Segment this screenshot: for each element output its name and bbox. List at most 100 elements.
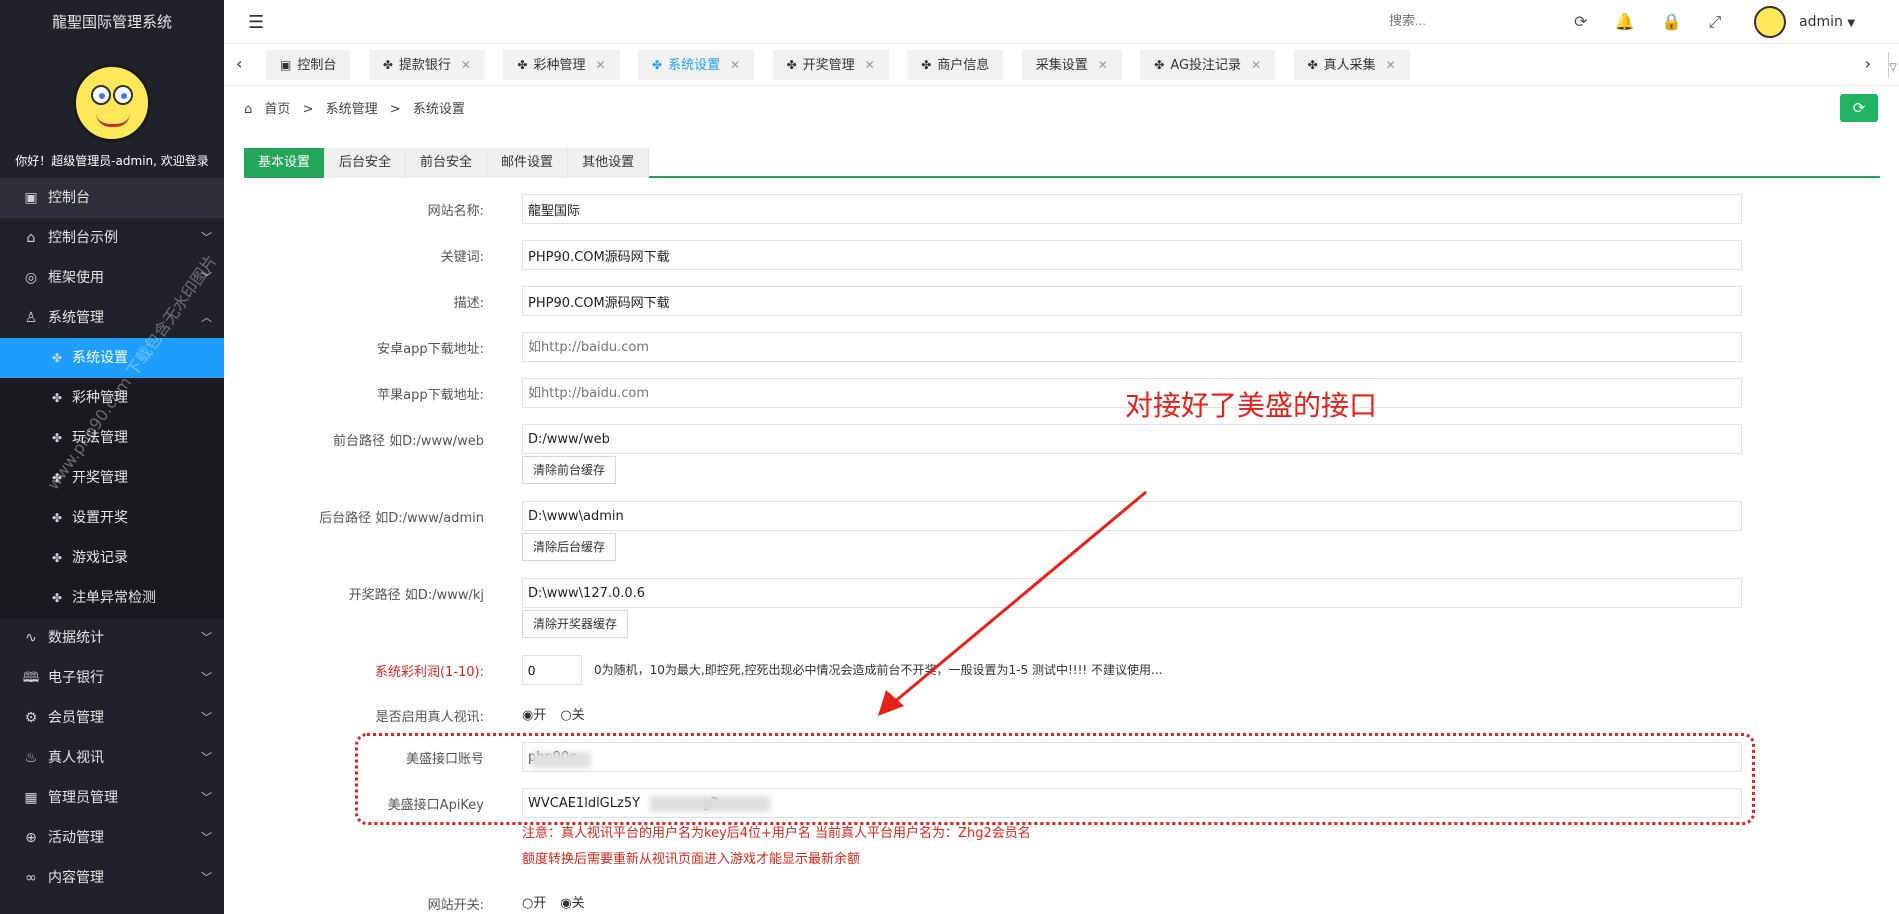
home-icon: ⌂ <box>26 230 36 246</box>
refresh-button[interactable]: ⟳ <box>1840 94 1878 122</box>
user-icon: ♙ <box>24 310 38 326</box>
monitor-icon: ▣ <box>280 58 292 72</box>
refresh-icon[interactable]: ⟳ <box>1574 12 1587 31</box>
live-radio-group: ◉开 ○关 <box>522 704 599 723</box>
fan-icon: ✤ <box>517 58 528 72</box>
close-icon[interactable]: ✕ <box>1251 58 1261 72</box>
close-icon[interactable]: ✕ <box>1386 58 1396 72</box>
sidebar-item-bet-anomaly[interactable]: ✤ 注单异常检测 <box>0 578 224 618</box>
top-header: ☰ ⟳ 🔔 🔒 ⤢ admin ▼ <box>224 0 1899 44</box>
search-input[interactable] <box>1389 13 1529 28</box>
bell-icon[interactable]: 🔔 <box>1615 12 1635 31</box>
profile: 你好！超级管理员-admin, 欢迎登录 <box>0 44 224 178</box>
tab-draw[interactable]: ✤ 开奖管理 ✕ <box>772 50 889 80</box>
breadcrumb-home[interactable]: 首页 <box>264 102 290 117</box>
close-icon[interactable]: ✕ <box>1098 58 1108 72</box>
gear-icon: ⚙ <box>24 710 38 726</box>
tab-next-icon[interactable]: › <box>1865 54 1871 73</box>
fan-icon: ✤ <box>51 511 63 525</box>
keywords-input[interactable] <box>522 240 1742 270</box>
chevron-down-icon: ﹀ <box>201 791 212 804</box>
android-url-input[interactable] <box>522 332 1742 362</box>
site-name-input[interactable] <box>522 194 1742 224</box>
clear-front-cache-button[interactable]: 清除前台缓存 <box>522 456 617 484</box>
switch-off-radio[interactable]: ◉关 <box>560 896 584 911</box>
admin-path-input[interactable] <box>522 501 1742 531</box>
live-off-radio[interactable]: ○关 <box>560 708 584 723</box>
sidebar: 龍聖国际管理系统 你好！超级管理员-admin, 欢迎登录 ▣ 控制台 ⌂ 控制台示… <box>0 0 224 914</box>
tab-system-settings[interactable]: ✤ 系统设置 ✕ <box>638 50 755 80</box>
chevron-up-icon: ︿ <box>201 311 212 324</box>
description-input[interactable] <box>522 286 1742 316</box>
tab-ag-bets[interactable]: ✤ AG投注记录 ✕ <box>1140 50 1276 80</box>
kj-path-input[interactable] <box>522 578 1742 608</box>
sidebar-item-dashboard-examples[interactable]: ⌂ 控制台示例 ﹀ <box>0 218 224 258</box>
tab-live-collect[interactable]: ✤ 真人采集 ✕ <box>1293 50 1410 80</box>
sidebar-item-set-draw[interactable]: ✤ 设置开奖 <box>0 498 224 538</box>
tab-other[interactable]: 其他设置 <box>568 148 650 178</box>
breadcrumb: ⌂ 首页 > 系统管理 > 系统设置 <box>244 102 465 117</box>
site-switch-radio-group: ○开 ◉关 <box>522 892 599 911</box>
fan-icon: ✤ <box>51 591 63 605</box>
close-icon[interactable]: ✕ <box>730 58 740 72</box>
chevron-down-icon: ﹀ <box>201 631 212 644</box>
fullscreen-icon[interactable]: ⤢ <box>1709 12 1722 32</box>
tab-frontend-security[interactable]: 前台安全 <box>406 148 488 178</box>
breadcrumb-system[interactable]: 系统管理 <box>326 102 378 117</box>
sidebar-item-dashboard[interactable]: ▣ 控制台 <box>0 178 224 218</box>
app-root: 龍聖国际管理系统 你好！超级管理员-admin, 欢迎登录 ▣ 控制台 ⌂ 控制台示… <box>0 0 1899 914</box>
front-path-input[interactable] <box>522 424 1742 454</box>
chevron-down-icon: ﹀ <box>201 671 212 684</box>
tab-backend-security[interactable]: 后台安全 <box>325 148 407 178</box>
sidebar-item-live[interactable]: ♨ 真人视讯 ﹀ <box>0 738 224 778</box>
breadcrumb-current: 系统设置 <box>412 102 465 117</box>
annotation-text: 对接好了美盛的接口 <box>1125 389 1378 422</box>
sidebar-item-game-records[interactable]: ✤ 游戏记录 <box>0 538 224 578</box>
tab-basic[interactable]: 基本设置 <box>244 148 326 178</box>
profit-note: 0为随机，10为最大,即控死,控死出现必中情况会造成前台不开奖，一般设置为1-5… <box>594 663 1163 677</box>
tab-collect[interactable]: 采集设置 ✕ <box>1021 50 1122 80</box>
close-icon[interactable]: ✕ <box>461 58 471 72</box>
fan-icon: ✤ <box>786 58 797 72</box>
scroll-down-icon[interactable]: ▽ <box>1889 62 1897 73</box>
fire-icon: ♨ <box>24 750 38 766</box>
tab-prev-icon[interactable]: ‹ <box>236 54 242 73</box>
app-title: 龍聖国际管理系统 <box>0 0 224 44</box>
sidebar-item-ebank[interactable]: 🕮 电子银行 ﹀ <box>0 658 224 698</box>
close-icon[interactable]: ✕ <box>865 58 875 72</box>
refresh-icon: ⟳ <box>1852 99 1866 117</box>
sidebar-item-content[interactable]: ∞ 内容管理 ﹀ <box>0 858 224 898</box>
fan-icon: ✤ <box>921 58 932 72</box>
fan-icon: ✤ <box>1307 58 1318 72</box>
sidebar-item-admins[interactable]: ▦ 管理员管理 ﹀ <box>0 778 224 818</box>
user-menu[interactable]: admin ▼ <box>1799 14 1855 30</box>
tab-lottery[interactable]: ✤ 彩种管理 ✕ <box>503 50 620 80</box>
highlight-box <box>355 733 1755 825</box>
clear-kj-cache-button[interactable]: 清除开奖器缓存 <box>522 610 629 638</box>
sidebar-item-draw[interactable]: ✤ 开奖管理 <box>0 458 224 498</box>
lock-icon[interactable]: 🔒 <box>1662 12 1682 31</box>
close-icon[interactable]: ✕ <box>595 58 605 72</box>
fan-icon: ✤ <box>652 58 663 72</box>
tab-mail[interactable]: 邮件设置 <box>487 148 569 178</box>
sidebar-item-members[interactable]: ⚙ 会员管理 ﹀ <box>0 698 224 738</box>
header-icons: ⟳ 🔔 🔒 ⤢ <box>1574 12 1743 32</box>
sidebar-item-stats[interactable]: ∿ 数据统计 ﹀ <box>0 618 224 658</box>
sidebar-item-play[interactable]: ✤ 玩法管理 <box>0 418 224 458</box>
caret-down-icon: ▼ <box>1847 18 1856 29</box>
tab-merchant[interactable]: ✤ 商户信息 <box>907 50 1004 80</box>
sidebar-item-system-settings[interactable]: ✤ 系统设置 <box>0 338 224 378</box>
tab-dashboard[interactable]: ▣ 控制台 <box>266 50 351 80</box>
ok-icon: ◎ <box>24 270 38 286</box>
avatar[interactable] <box>73 64 151 142</box>
clear-admin-cache-button[interactable]: 清除后台缓存 <box>522 533 617 561</box>
user-avatar[interactable] <box>1754 6 1786 38</box>
tab-withdraw-bank[interactable]: ✤ 提款银行 ✕ <box>368 50 485 80</box>
menu-fold-icon[interactable]: ☰ <box>248 12 264 33</box>
fan-icon: ✤ <box>51 551 63 565</box>
profit-input[interactable] <box>522 655 582 685</box>
live-on-radio[interactable]: ◉开 <box>522 708 546 723</box>
switch-on-radio[interactable]: ○开 <box>522 896 546 911</box>
settings-panel: 基本设置后台安全前台安全邮件设置其他设置 网站名称: 关键词: 描述: 安卓ap… <box>244 148 1880 913</box>
sidebar-item-activity[interactable]: ⊕ 活动管理 ﹀ <box>0 818 224 858</box>
